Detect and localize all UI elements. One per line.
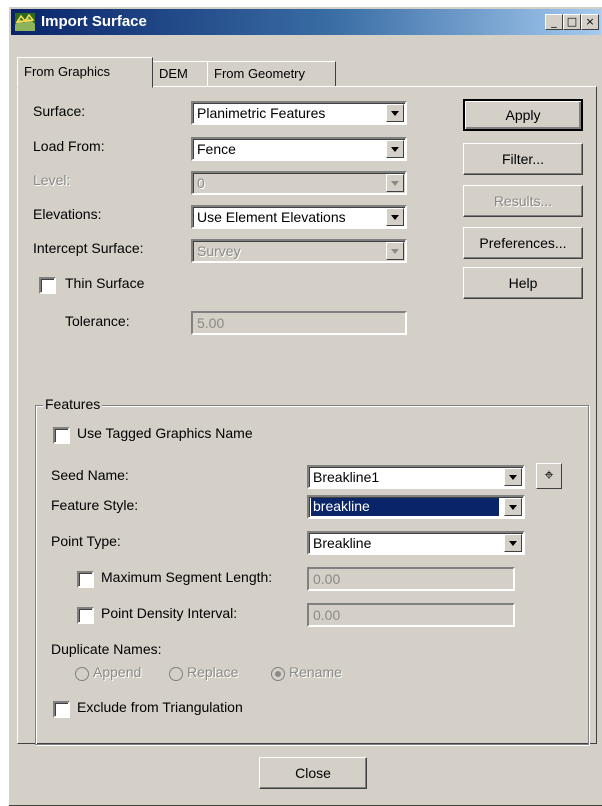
level-select-value: 0 [197, 175, 205, 191]
point-density-field: 0.00 [307, 603, 515, 627]
replace-radio [169, 667, 183, 681]
surface-select[interactable]: Planimetric Features [191, 101, 407, 125]
use-tagged-graphics-label[interactable]: Use Tagged Graphics Name [77, 425, 253, 441]
intercept-surface-value: Survey [197, 243, 241, 259]
tolerance-label: Tolerance: [65, 313, 130, 329]
replace-label: Replace [187, 664, 239, 680]
level-label: Level: [33, 172, 71, 188]
chevron-down-icon[interactable] [504, 468, 522, 486]
tab-from-graphics[interactable]: From Graphics [17, 57, 153, 88]
load-from-select[interactable]: Fence [191, 137, 407, 161]
max-segment-length-checkbox[interactable] [77, 571, 94, 588]
elevations-select-value: Use Element Elevations [197, 209, 346, 225]
results-button: Results... [463, 185, 583, 217]
exclude-triangulation-checkbox[interactable] [53, 701, 70, 718]
help-button[interactable]: Help [463, 267, 583, 299]
load-from-select-value: Fence [197, 141, 236, 157]
feature-style-select[interactable]: breakline [307, 495, 525, 519]
chevron-down-icon [386, 174, 404, 192]
duplicate-names-label: Duplicate Names: [51, 641, 162, 657]
max-segment-length-field: 0.00 [307, 567, 515, 591]
point-type-select[interactable]: Breakline [307, 531, 525, 555]
rename-label: Rename [289, 664, 342, 680]
max-segment-length-value: 0.00 [313, 571, 341, 587]
point-type-value: Breakline [313, 535, 372, 551]
seed-name-value: Breakline1 [313, 469, 380, 485]
intercept-surface-label: Intercept Surface: [33, 240, 144, 256]
seed-name-label: Seed Name: [51, 467, 129, 483]
maximize-button[interactable]: □ [563, 14, 581, 30]
feature-style-label: Feature Style: [51, 497, 139, 513]
close-window-button[interactable]: × [581, 14, 599, 30]
chevron-down-icon [386, 242, 404, 260]
append-radio [75, 667, 89, 681]
point-density-value: 0.00 [313, 607, 341, 623]
elevations-select[interactable]: Use Element Elevations [191, 205, 407, 229]
load-from-label: Load From: [33, 138, 105, 154]
crosshair-pick-icon[interactable]: ⌖ [536, 463, 562, 489]
point-type-label: Point Type: [51, 533, 121, 549]
tab-dem[interactable]: DEM [152, 61, 208, 87]
tolerance-value: 5.00 [197, 315, 225, 331]
filter-button[interactable]: Filter... [463, 143, 583, 175]
seed-name-select[interactable]: Breakline1 [307, 465, 525, 489]
chevron-down-icon[interactable] [386, 208, 404, 226]
use-tagged-graphics-checkbox[interactable] [53, 427, 70, 444]
apply-button[interactable]: Apply [463, 99, 583, 131]
close-button[interactable]: Close [259, 757, 367, 789]
point-density-label[interactable]: Point Density Interval: [101, 605, 237, 621]
preferences-button[interactable]: Preferences... [463, 227, 583, 259]
surface-app-icon [15, 13, 35, 31]
chevron-down-icon[interactable] [504, 498, 522, 516]
rename-radio [271, 667, 285, 681]
import-surface-dialog: Import Surface _ □ × From Graphics DEM F… [8, 6, 602, 806]
level-select: 0 [191, 171, 407, 195]
exclude-triangulation-label[interactable]: Exclude from Triangulation [77, 699, 243, 715]
surface-label: Surface: [33, 103, 86, 119]
intercept-surface-select: Survey [191, 239, 407, 263]
point-density-checkbox[interactable] [77, 607, 94, 624]
chevron-down-icon[interactable] [386, 104, 404, 122]
window-title: Import Surface [41, 13, 147, 30]
minimize-button[interactable]: _ [545, 14, 563, 30]
surface-select-value: Planimetric Features [197, 105, 326, 121]
append-label: Append [93, 664, 142, 680]
thin-surface-label[interactable]: Thin Surface [65, 275, 144, 291]
chevron-down-icon[interactable] [386, 140, 404, 158]
max-segment-length-label[interactable]: Maximum Segment Length: [101, 569, 272, 585]
tab-from-geometry[interactable]: From Geometry [207, 61, 336, 87]
tolerance-field: 5.00 [191, 311, 407, 335]
feature-style-value: breakline [311, 498, 499, 516]
title-bar[interactable]: Import Surface _ □ × [11, 9, 601, 35]
chevron-down-icon[interactable] [504, 534, 522, 552]
thin-surface-checkbox[interactable] [39, 277, 56, 294]
features-group-title: Features [43, 396, 103, 412]
elevations-label: Elevations: [33, 206, 102, 222]
